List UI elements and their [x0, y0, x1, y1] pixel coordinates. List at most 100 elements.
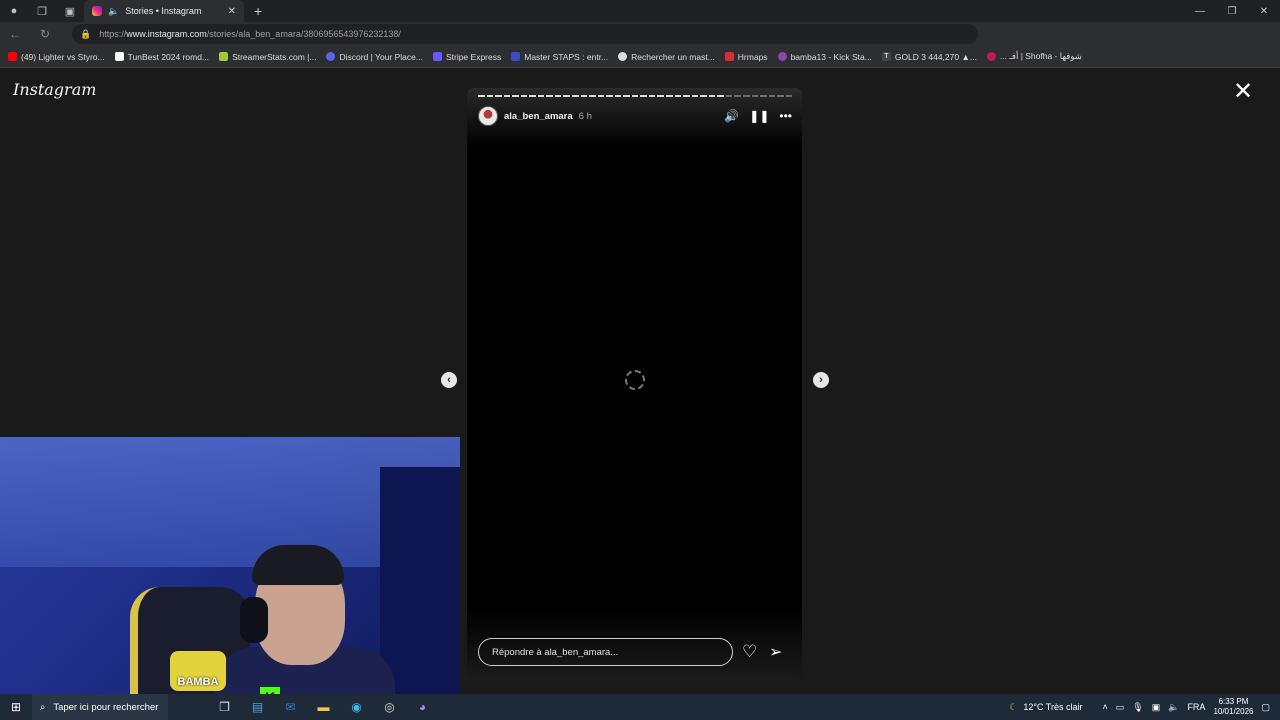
start-button[interactable]: ⊞: [0, 700, 32, 714]
file-explorer-icon[interactable]: ▬: [307, 694, 340, 720]
bookmark-item[interactable]: (49) Lighter vs Styro...: [8, 52, 105, 62]
minimize-button[interactable]: —: [1184, 0, 1216, 22]
tab-close-icon[interactable]: ✕: [228, 6, 236, 17]
taskbar-search[interactable]: ⌕ Taper ici pour rechercher: [32, 694, 168, 720]
story-card[interactable]: ala_ben_amara 6 h 🔊 ❚❚ ••• Répondre à al…: [467, 88, 802, 678]
progress-segment: [666, 95, 673, 97]
progress-segment: [478, 95, 485, 97]
workspaces-icon[interactable]: ❐: [28, 0, 56, 22]
instagram-logo[interactable]: Instagram: [13, 80, 96, 99]
tab-actions-icon[interactable]: ▣: [56, 0, 84, 22]
search-icon: ⌕: [40, 701, 46, 713]
edge-icon[interactable]: ◉: [340, 694, 373, 720]
progress-segment: [580, 95, 588, 97]
progress-segment: [512, 95, 519, 97]
bookmark-item[interactable]: TunBest 2024 romd...: [114, 52, 209, 62]
progress-segment: [760, 95, 767, 97]
clock-time: 6:33 PM: [1218, 697, 1249, 706]
progress-segment: [520, 95, 528, 97]
discord-icon[interactable]: ◕: [406, 694, 439, 720]
tray-chevron-icon[interactable]: ˄: [1102, 702, 1107, 712]
store-icon[interactable]: ▤: [241, 694, 274, 720]
progress-segment: [751, 95, 759, 97]
url-field[interactable]: 🔒 https://www.instagram.com/stories/ala_…: [72, 24, 978, 44]
story-header: ala_ben_amara 6 h 🔊 ❚❚ •••: [478, 105, 792, 127]
progress-segment: [683, 95, 690, 97]
pause-icon[interactable]: ❚❚: [749, 109, 769, 123]
back-button[interactable]: ←: [0, 22, 30, 46]
notifications-icon[interactable]: ▢: [1261, 702, 1270, 713]
new-tab-button[interactable]: +: [254, 3, 262, 19]
network-icon[interactable]: ▭: [1116, 702, 1125, 713]
shield-icon: [511, 52, 521, 61]
profile-icon[interactable]: ●: [0, 0, 28, 22]
bookmark-item[interactable]: Hrmaps: [724, 52, 768, 62]
bookmark-item[interactable]: StreamerStats.com |...: [219, 52, 316, 62]
clock-date: 10/01/2026: [1213, 707, 1254, 716]
speaker-icon[interactable]: 🔈: [108, 6, 119, 17]
reply-input[interactable]: Répondre à ala_ben_amara...: [478, 638, 733, 666]
close-story-button[interactable]: ✕: [1230, 80, 1256, 106]
obs-icon[interactable]: ◎: [373, 694, 406, 720]
next-story-button[interactable]: ›: [813, 372, 829, 388]
microphone-icon[interactable]: 🎙: [1132, 702, 1143, 713]
story-time: 6 h: [578, 110, 592, 122]
lock-icon[interactable]: 🔒: [80, 29, 91, 40]
shofha-icon: [986, 52, 996, 61]
story-username[interactable]: ala_ben_amara: [504, 111, 573, 122]
weather-text: 12°C Très clair: [1023, 702, 1083, 712]
window-controls: — ❐ ✕: [1184, 0, 1280, 22]
kick-icon: [777, 52, 787, 61]
kick-logo-icon: K: [260, 687, 280, 694]
screen: ● ❐ ▣ 🔈 Stories • Instagram ✕ + — ❐ ✕ ← …: [0, 0, 1280, 720]
close-window-button[interactable]: ✕: [1248, 0, 1280, 22]
stripe-icon: [432, 52, 442, 61]
bookmark-item[interactable]: Stripe Express: [432, 52, 501, 62]
weather-moon-icon: ☾: [1009, 701, 1018, 712]
bookmark-item[interactable]: ... أفـ | Shofha - شوفها: [986, 51, 1082, 62]
task-view-icon[interactable]: ❐: [208, 694, 241, 720]
like-heart-icon[interactable]: ♡: [742, 642, 757, 662]
progress-segment: [717, 95, 724, 97]
progress-segment: [537, 95, 545, 97]
bamba-logo: BAMBA: [170, 651, 226, 691]
refresh-button[interactable]: ↻: [30, 22, 60, 46]
bookmark-item[interactable]: Rechercher un mast...: [618, 52, 715, 62]
weather-widget[interactable]: ☾ 12°C Très clair: [1009, 702, 1082, 713]
progress-segment: [708, 95, 716, 97]
bookmark-item[interactable]: Discord | Your Place...: [326, 52, 423, 62]
restore-button[interactable]: ❐: [1216, 0, 1248, 22]
progress-segment: [546, 95, 553, 97]
progress-segment: [606, 95, 613, 97]
bookmark-item[interactable]: Master STAPS : entr...: [511, 52, 608, 62]
display-icon[interactable]: ▣: [1152, 702, 1161, 713]
loading-spinner-icon: [625, 370, 645, 390]
headset-icon: [240, 597, 268, 643]
volume-icon[interactable]: 🔊: [724, 109, 739, 123]
tab-instagram-stories[interactable]: 🔈 Stories • Instagram ✕: [84, 0, 244, 22]
stats-icon: [219, 52, 229, 61]
hrmaps-icon: [724, 52, 734, 61]
progress-segment: [742, 95, 750, 97]
send-icon[interactable]: ➢: [769, 642, 782, 662]
progress-segment: [623, 95, 630, 97]
webcam-door: [380, 467, 460, 694]
language-indicator[interactable]: FRA: [1187, 702, 1205, 712]
progress-segment: [734, 95, 741, 97]
outlook-icon[interactable]: ✉: [274, 694, 307, 720]
more-options-icon[interactable]: •••: [779, 109, 792, 123]
bookmark-item[interactable]: bamba13 - Kick Sta...: [777, 52, 872, 62]
progress-segment: [614, 95, 622, 97]
page-icon: [114, 52, 124, 61]
previous-story-button[interactable]: ‹: [441, 372, 457, 388]
progress-segment: [572, 95, 579, 97]
volume-tray-icon[interactable]: 🔈: [1168, 702, 1179, 713]
clock[interactable]: 6:33 PM 10/01/2026: [1213, 697, 1253, 717]
system-tray: ☾ 12°C Très clair ˄ ▭ 🎙 ▣ 🔈 FRA 6:33 PM …: [1009, 694, 1280, 720]
progress-segment: [700, 95, 707, 97]
bookmark-item[interactable]: T GOLD 3 444,270 ▲...: [881, 52, 977, 62]
streamer-hair: [252, 545, 344, 585]
browser-tab-bar: ● ❐ ▣ 🔈 Stories • Instagram ✕ + — ❐ ✕: [0, 0, 1280, 22]
progress-segment: [529, 95, 536, 97]
avatar[interactable]: [478, 106, 498, 126]
